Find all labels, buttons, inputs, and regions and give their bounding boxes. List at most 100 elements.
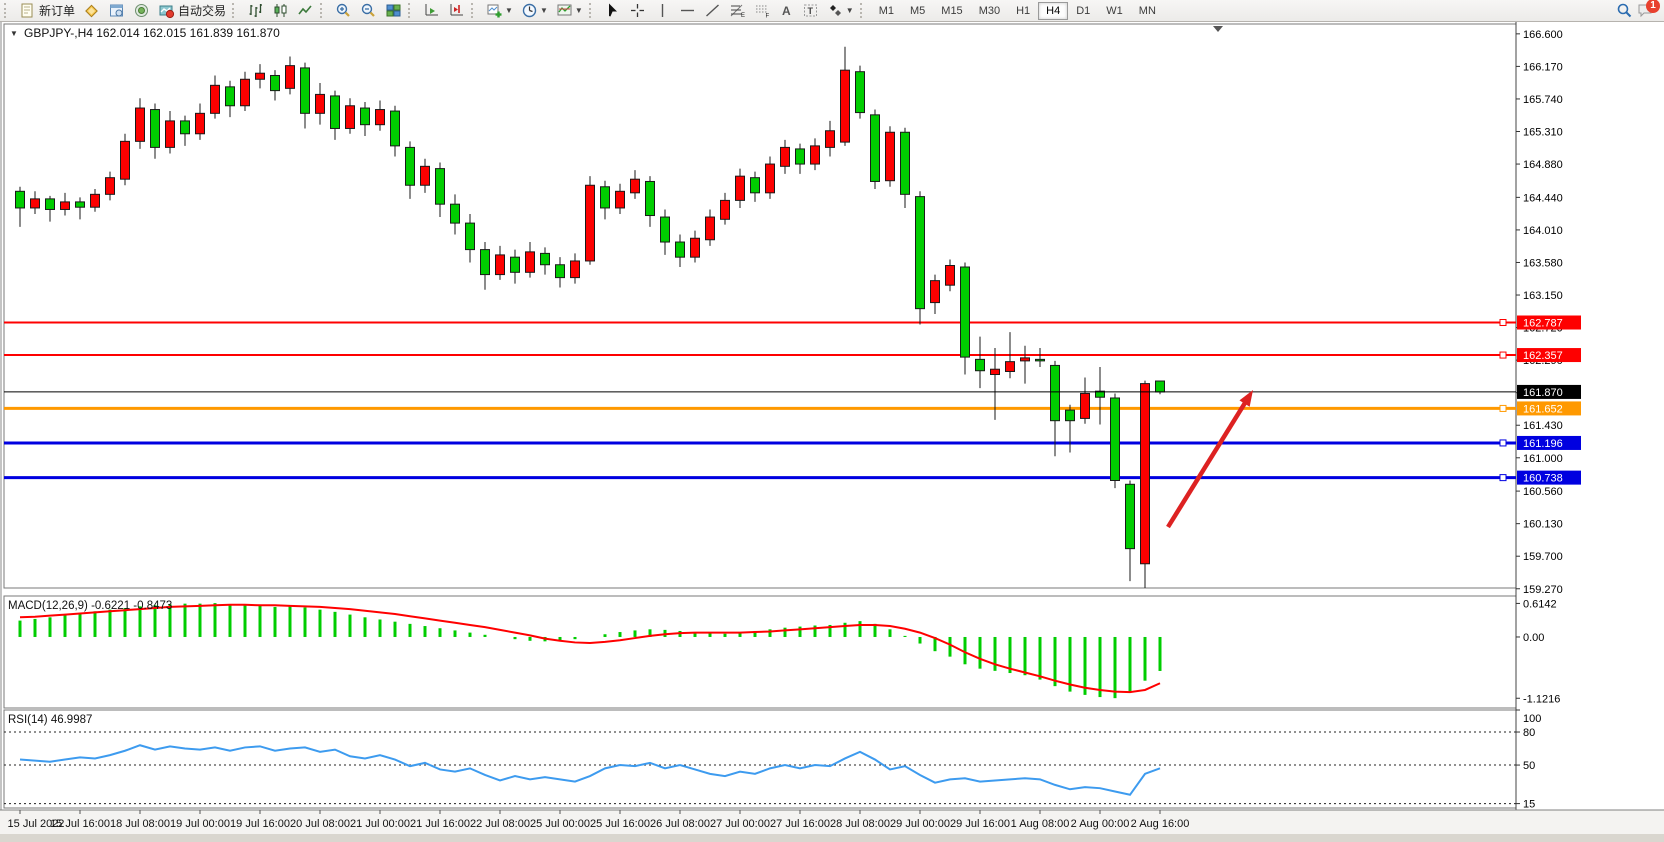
timeframe-m30-button[interactable]: M30 [971, 2, 1008, 20]
candle-body [331, 96, 340, 129]
chart-bars-button[interactable] [244, 1, 267, 21]
candle-body [466, 223, 475, 249]
candle-body [196, 113, 205, 133]
label-tool-button[interactable]: T [799, 1, 822, 21]
candle-body [256, 73, 265, 79]
candle-body [361, 108, 370, 125]
candle-body [271, 75, 280, 90]
trendline-tool-button[interactable] [701, 1, 724, 21]
dropdown-caret-icon: ▼ [575, 6, 583, 15]
date-label: 1 Aug 08:00 [1011, 818, 1070, 830]
candle-body [856, 72, 865, 113]
candle-body [151, 110, 160, 148]
date-label: 28 Jul 08:00 [830, 818, 890, 830]
candle-body [721, 200, 730, 219]
clock-icon [521, 2, 538, 19]
trendline-icon [704, 2, 721, 19]
candle-body [541, 253, 550, 264]
autotrade-icon [158, 2, 175, 19]
candle-body [211, 85, 220, 113]
horizontal-line-icon [679, 2, 696, 19]
timeframe-m15-button[interactable]: M15 [933, 2, 970, 20]
periods-button[interactable]: ▼ [518, 1, 551, 21]
notification-badge: 1 [1646, 0, 1660, 13]
candle-body [961, 267, 970, 357]
date-label: 25 Jul 00:00 [530, 818, 590, 830]
date-label: 26 Jul 08:00 [650, 818, 710, 830]
candle-body [676, 242, 685, 257]
timeframe-h4-button[interactable]: H4 [1038, 2, 1068, 20]
crosshair-button[interactable] [626, 1, 649, 21]
data-window-icon [108, 2, 125, 19]
chart-shift-button[interactable] [445, 1, 468, 21]
date-label: 20 Jul 08:00 [290, 818, 350, 830]
rsi-tick-label: 80 [1523, 727, 1535, 739]
candle-body [436, 169, 445, 205]
timeframe-w1-button[interactable]: W1 [1098, 2, 1131, 20]
new-order-button[interactable]: 新订单 [16, 1, 78, 21]
horizontal-line-tool-button[interactable] [676, 1, 699, 21]
chart-line-button[interactable] [294, 1, 317, 21]
price-tick-label: 159.700 [1523, 551, 1563, 563]
cursor-button[interactable] [601, 1, 624, 21]
market-watch-button[interactable] [80, 1, 103, 21]
autotrade-button[interactable]: 自动交易 [155, 1, 229, 21]
timeframe-m1-button[interactable]: M1 [871, 2, 902, 20]
zoom-in-button[interactable] [332, 1, 355, 21]
candle-body [1051, 365, 1060, 420]
candle-body [391, 111, 400, 146]
search-button[interactable] [1613, 1, 1636, 21]
candle-body [901, 132, 910, 194]
line-handle[interactable] [1500, 352, 1506, 358]
timeframe-d1-button[interactable]: D1 [1068, 2, 1098, 20]
candle-body [631, 179, 640, 193]
shapes-tool-button[interactable]: ▼ [824, 1, 857, 21]
fibonacci-tool-button[interactable]: E [726, 1, 749, 21]
navigator-button[interactable] [130, 1, 153, 21]
date-label: 27 Jul 16:00 [770, 818, 830, 830]
toolbar-grip [408, 3, 415, 18]
date-label: 19 Jul 00:00 [170, 818, 230, 830]
price-tick-label: 161.000 [1523, 453, 1563, 465]
auto-scroll-button[interactable] [420, 1, 443, 21]
candle-body [496, 255, 505, 275]
candle-body [736, 176, 745, 200]
zoom-out-button[interactable] [357, 1, 380, 21]
add-indicator-button[interactable]: ▼ [483, 1, 516, 21]
candle-body [826, 131, 835, 148]
chart-candles-button[interactable] [269, 1, 292, 21]
channel-tool-button[interactable]: F [751, 1, 774, 21]
auto-scroll-icon [423, 2, 440, 19]
candle-body [1156, 381, 1165, 392]
date-label: 21 Jul 00:00 [350, 818, 410, 830]
candle-body [181, 121, 190, 134]
price-tick-label: 160.130 [1523, 519, 1563, 531]
date-label: 18 Jul 08:00 [110, 818, 170, 830]
text-tool-button[interactable]: A [776, 1, 797, 21]
notifications-button[interactable]: 1 [1637, 2, 1654, 19]
candle-body [841, 70, 850, 142]
candle-body [946, 265, 955, 285]
timeframe-m5-button[interactable]: M5 [902, 2, 933, 20]
vertical-line-icon [654, 2, 671, 19]
templates-button[interactable]: ▼ [553, 1, 586, 21]
line-handle[interactable] [1500, 475, 1506, 481]
shapes-icon [827, 2, 844, 19]
line-handle[interactable] [1500, 320, 1506, 326]
candle-body [886, 132, 895, 180]
rsi-tick-label: 15 [1523, 799, 1535, 811]
line-handle[interactable] [1500, 405, 1506, 411]
timeframe-mn-button[interactable]: MN [1131, 2, 1164, 20]
tile-windows-button[interactable] [382, 1, 405, 21]
candle-body [871, 115, 880, 182]
candle-body [1036, 359, 1045, 361]
svg-text:T: T [807, 6, 813, 16]
svg-text:E: E [741, 13, 745, 19]
dropdown-caret-icon: ▼ [846, 6, 854, 15]
timeframe-h1-button[interactable]: H1 [1008, 2, 1038, 20]
price-tick-label: 164.440 [1523, 192, 1563, 204]
toolbar-grip [860, 3, 867, 18]
vertical-line-tool-button[interactable] [651, 1, 674, 21]
line-handle[interactable] [1500, 440, 1506, 446]
data-window-button[interactable] [105, 1, 128, 21]
